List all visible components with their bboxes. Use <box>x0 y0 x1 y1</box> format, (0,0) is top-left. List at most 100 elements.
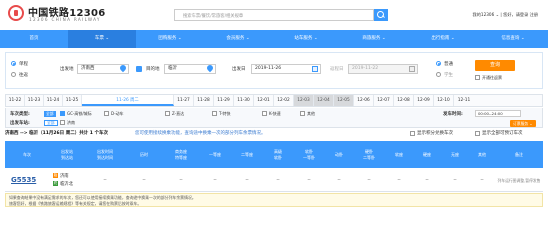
depart-time-select[interactable]: 00:00--24:00 <box>475 110 521 117</box>
nav-guide[interactable]: 出行指南 ⌄ <box>408 30 478 48</box>
date-tab[interactable]: 12-08 <box>394 95 414 106</box>
site-search-input[interactable]: 搜索车票/餐饮/常旅客/相关规章 <box>174 9 374 21</box>
z-checkbox[interactable] <box>165 111 170 116</box>
railway-logo-icon[interactable] <box>8 5 24 21</box>
col-other: 其他 <box>478 151 486 157</box>
depart-date-label: 出发日 <box>232 67 246 72</box>
result-summary: 济南西 --> 临沂（11月26日 周二）共计 1 个车次 您可使用接续换乘功能… <box>5 129 543 139</box>
gc-label: GC-高铁/城际 <box>67 111 92 116</box>
filter-all-stations[interactable]: 全部 <box>44 120 58 126</box>
seat-cell: -- <box>276 177 280 183</box>
ticket-student-radio[interactable] <box>436 72 441 77</box>
depart-date-input[interactable]: 2019-11-26 <box>251 64 321 74</box>
seat-cell: -- <box>367 177 371 183</box>
calendar-icon[interactable] <box>409 66 415 72</box>
filter-all-types[interactable]: 全部 <box>44 111 56 117</box>
nav-member[interactable]: 会员服务 ⌄ <box>204 30 272 48</box>
nav-tickets[interactable]: 车票 ⌄ <box>68 30 136 48</box>
date-tab-selected[interactable]: 11-26 周二 <box>82 95 174 106</box>
depart-time-label: 发车时间: <box>443 112 463 117</box>
date-tab[interactable]: 11-23 <box>25 95 44 106</box>
date-tab[interactable]: 12-06 <box>354 95 374 106</box>
station-checkbox[interactable] <box>60 120 65 125</box>
t-checkbox[interactable] <box>212 111 217 116</box>
result-table-header: 车次 出发站 到达站 出发时间 到达时间 历时 商务座 特等座 一等座 二等座 … <box>5 141 543 168</box>
train-type-label: 车次类型: <box>10 112 30 117</box>
nav-station[interactable]: 站车服务 ⌄ <box>272 30 340 48</box>
date-tab[interactable]: 12-02 <box>274 95 294 106</box>
seat-cell: -- <box>337 177 341 183</box>
nav-group[interactable]: 团购服务 ⌄ <box>136 30 204 48</box>
site-subtitle: 12306 CHINA RAILWAY <box>29 17 101 22</box>
round-trip-checkbox[interactable] <box>475 75 480 80</box>
col-duration[interactable]: 历时 <box>125 141 163 168</box>
date-tab[interactable]: 12-01 <box>254 95 274 106</box>
col-soft-sleeper: 软卧 一等卧 <box>303 149 315 160</box>
seat-cell: -- <box>245 177 249 183</box>
from-station: 济南 <box>60 174 69 179</box>
col-train[interactable]: 车次 <box>5 141 49 168</box>
to-label: 目的地 <box>146 67 160 72</box>
show-all-checkbox[interactable] <box>475 131 480 136</box>
seat-cell: -- <box>179 177 183 183</box>
d-label: D-动车 <box>111 111 124 116</box>
col-premium-soft-sleeper: 高级 软卧 <box>274 149 282 160</box>
notice-box: 如果查询结果中没有满足需求的车次，您还可以使用接续换乘功能，查询途中换乘一次的部… <box>5 193 543 207</box>
duration-value: -- <box>142 177 146 183</box>
ticket-normal-radio[interactable] <box>436 61 441 66</box>
col-bullet-sleeper: 动卧 <box>335 151 343 157</box>
date-tab[interactable]: 12-09 <box>414 95 434 106</box>
route-summary: 济南西 --> 临沂（11月26日 周二）共计 1 个车次 <box>5 131 108 136</box>
t-label: T-特快 <box>219 111 231 116</box>
nav-info[interactable]: 信息查询 ⌄ <box>478 30 548 48</box>
date-tab[interactable]: 11-30 <box>234 95 254 106</box>
transfer-hint[interactable]: 您可使用接续换乘功能，查询途中换乘一次的部分列车余票情况。 <box>135 129 266 139</box>
nav-home[interactable]: 首页 <box>0 30 68 48</box>
gc-checkbox[interactable] <box>60 111 65 116</box>
top-header: 中国铁路12306 12306 CHINA RAILWAY 搜索车票/餐饮/常旅… <box>0 0 548 30</box>
date-tab[interactable]: 12-05 <box>334 95 354 106</box>
train-code-link[interactable]: G5535 <box>11 176 36 184</box>
search-icon[interactable] <box>374 9 388 21</box>
date-tab[interactable]: 11-22 <box>6 95 25 106</box>
col-no-seat: 无座 <box>451 151 459 157</box>
depart-arrive-time: -- <box>103 177 107 183</box>
date-tab[interactable]: 11-29 <box>214 95 234 106</box>
query-button[interactable]: 查询 <box>475 60 515 71</box>
ticket-normal-label: 普通 <box>444 62 453 67</box>
oneway-radio[interactable] <box>11 61 16 66</box>
seat-cell: -- <box>425 177 429 183</box>
date-tab[interactable]: 11-25 <box>63 95 82 106</box>
col-stations[interactable]: 出发站 到达站 <box>49 141 85 168</box>
swap-stations-icon[interactable] <box>136 66 142 72</box>
account-links[interactable]: 我的12306 ⌄ | 您好，请登录 注册 <box>473 12 538 18</box>
date-tab[interactable]: 12-04 <box>314 95 334 106</box>
depart-station-label: 出发车站: <box>10 121 30 126</box>
ticket-student-label: 学生 <box>444 73 453 78</box>
show-points-label: 显示积分兑换车次 <box>417 131 453 136</box>
date-tab[interactable]: 12-03 <box>294 95 314 106</box>
date-tab[interactable]: 11-27 <box>174 95 194 106</box>
calendar-icon[interactable] <box>312 66 318 72</box>
k-checkbox[interactable] <box>262 111 267 116</box>
date-tab[interactable]: 11-24 <box>44 95 63 106</box>
date-tab[interactable]: 12-07 <box>374 95 394 106</box>
date-tab[interactable]: 12-10 <box>434 95 454 106</box>
roundtrip-radio[interactable] <box>11 72 16 77</box>
order-service-button[interactable]: 订票服务 ⌄ <box>510 120 536 127</box>
seat-cell: -- <box>213 177 217 183</box>
nav-business[interactable]: 商旅服务 ⌄ <box>340 30 408 48</box>
d-checkbox[interactable] <box>104 111 109 116</box>
show-all-label: 显示全部可预订车次 <box>482 131 523 136</box>
other-checkbox[interactable] <box>300 111 305 116</box>
date-tab[interactable]: 11-28 <box>194 95 214 106</box>
col-times[interactable]: 出发时间 到达时间 <box>85 141 125 168</box>
show-points-checkbox[interactable] <box>410 131 415 136</box>
k-label: K-快速 <box>269 111 281 116</box>
search-placeholder: 搜索车票/餐饮/常旅客/相关规章 <box>183 14 244 19</box>
col-hard-seat: 硬座 <box>423 151 431 157</box>
date-tab[interactable]: 12-11 <box>454 95 474 106</box>
return-date-label: 返程日 <box>330 67 344 72</box>
return-date-input[interactable]: 2019-11-22 <box>348 64 418 74</box>
seat-cell: -- <box>397 177 401 183</box>
